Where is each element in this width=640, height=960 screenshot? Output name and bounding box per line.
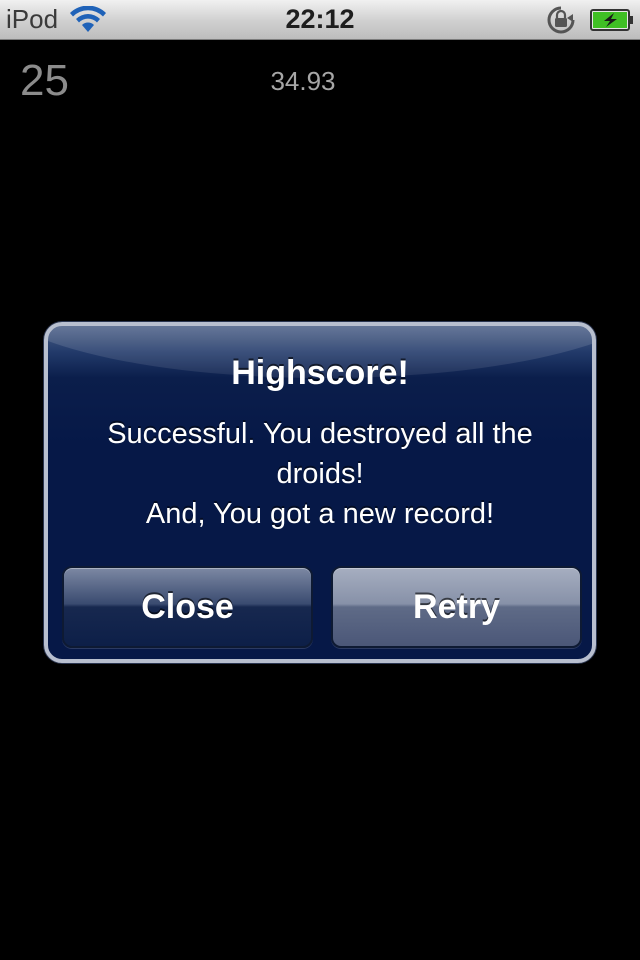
status-bar: iPod 22:12 — [0, 0, 640, 40]
timer-readout: 34.93 — [270, 66, 336, 96]
alert-title: Highscore! — [231, 354, 409, 392]
retry-button[interactable]: Retry — [331, 566, 582, 648]
alert-message: Successful. You destroyed all the droids… — [68, 414, 572, 534]
alert-message-line: Successful. You destroyed all the — [107, 418, 533, 450]
highscore-alert: Highscore! Successful. You destroyed all… — [44, 322, 596, 663]
alert-message-line: And, You got a new record! — [145, 498, 495, 530]
alert-message-line: droids! — [276, 458, 364, 490]
orientation-lock-icon — [547, 6, 575, 34]
battery-charging-icon — [590, 9, 633, 31]
close-button[interactable]: Close — [62, 566, 313, 648]
